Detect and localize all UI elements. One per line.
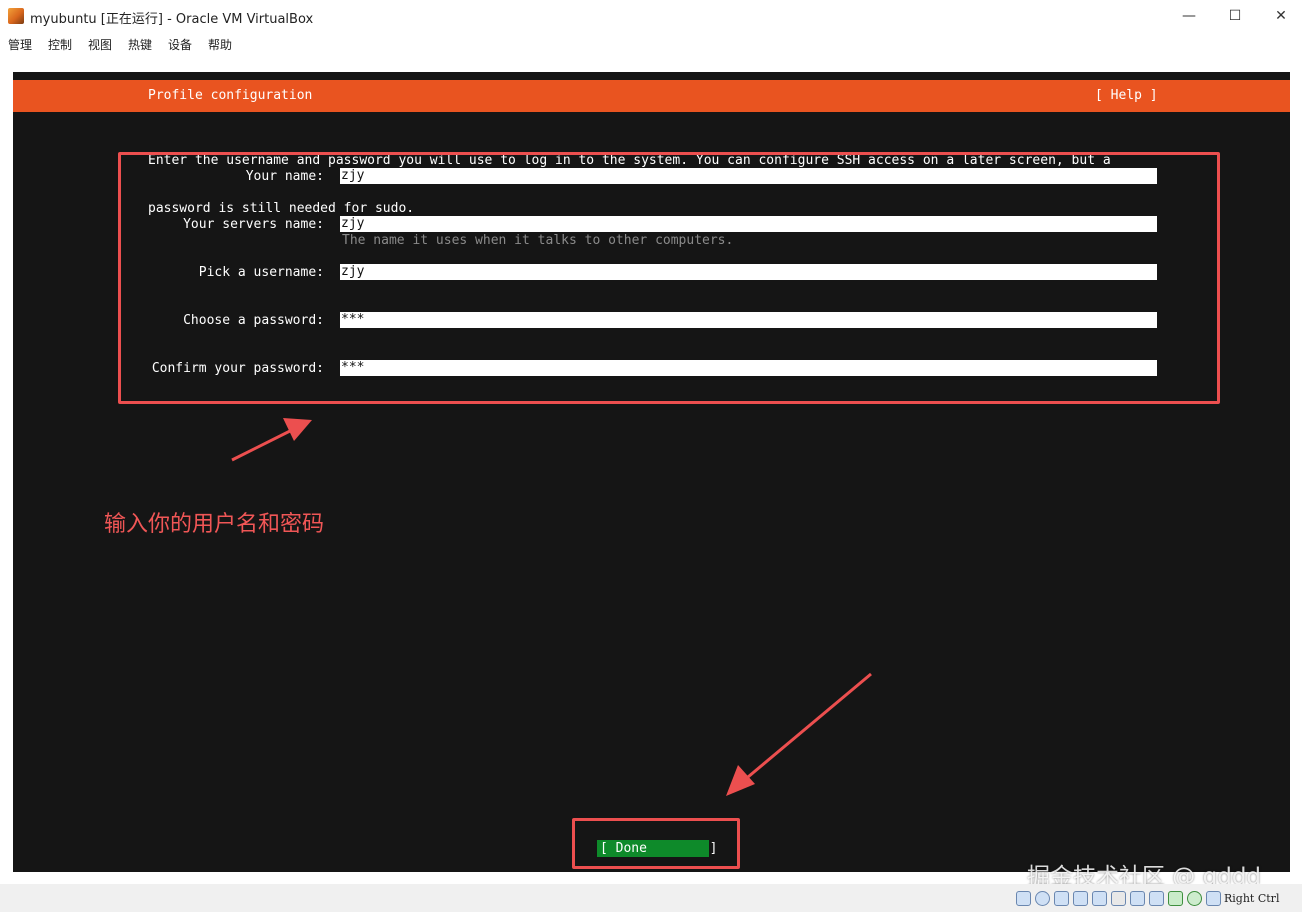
display-icon[interactable] <box>1130 891 1145 906</box>
video-capture-icon[interactable] <box>1149 891 1164 906</box>
annotation-arrows <box>231 418 872 796</box>
arrow-to-fields <box>231 418 312 462</box>
keyboard-icon[interactable] <box>1206 891 1221 906</box>
network-icon[interactable] <box>1073 891 1088 906</box>
host-key-label: Right Ctrl <box>1224 892 1280 905</box>
audio-icon[interactable] <box>1054 891 1069 906</box>
arrow-to-done <box>726 672 872 796</box>
hard-disk-icon[interactable] <box>1016 891 1031 906</box>
status-bar: Right Ctrl <box>0 884 1302 912</box>
mouse-integration-icon[interactable] <box>1187 891 1202 906</box>
optical-drive-icon[interactable] <box>1035 891 1050 906</box>
shared-folders-icon[interactable] <box>1111 891 1126 906</box>
virtualization-icon[interactable] <box>1168 891 1183 906</box>
usb-icon[interactable] <box>1092 891 1107 906</box>
